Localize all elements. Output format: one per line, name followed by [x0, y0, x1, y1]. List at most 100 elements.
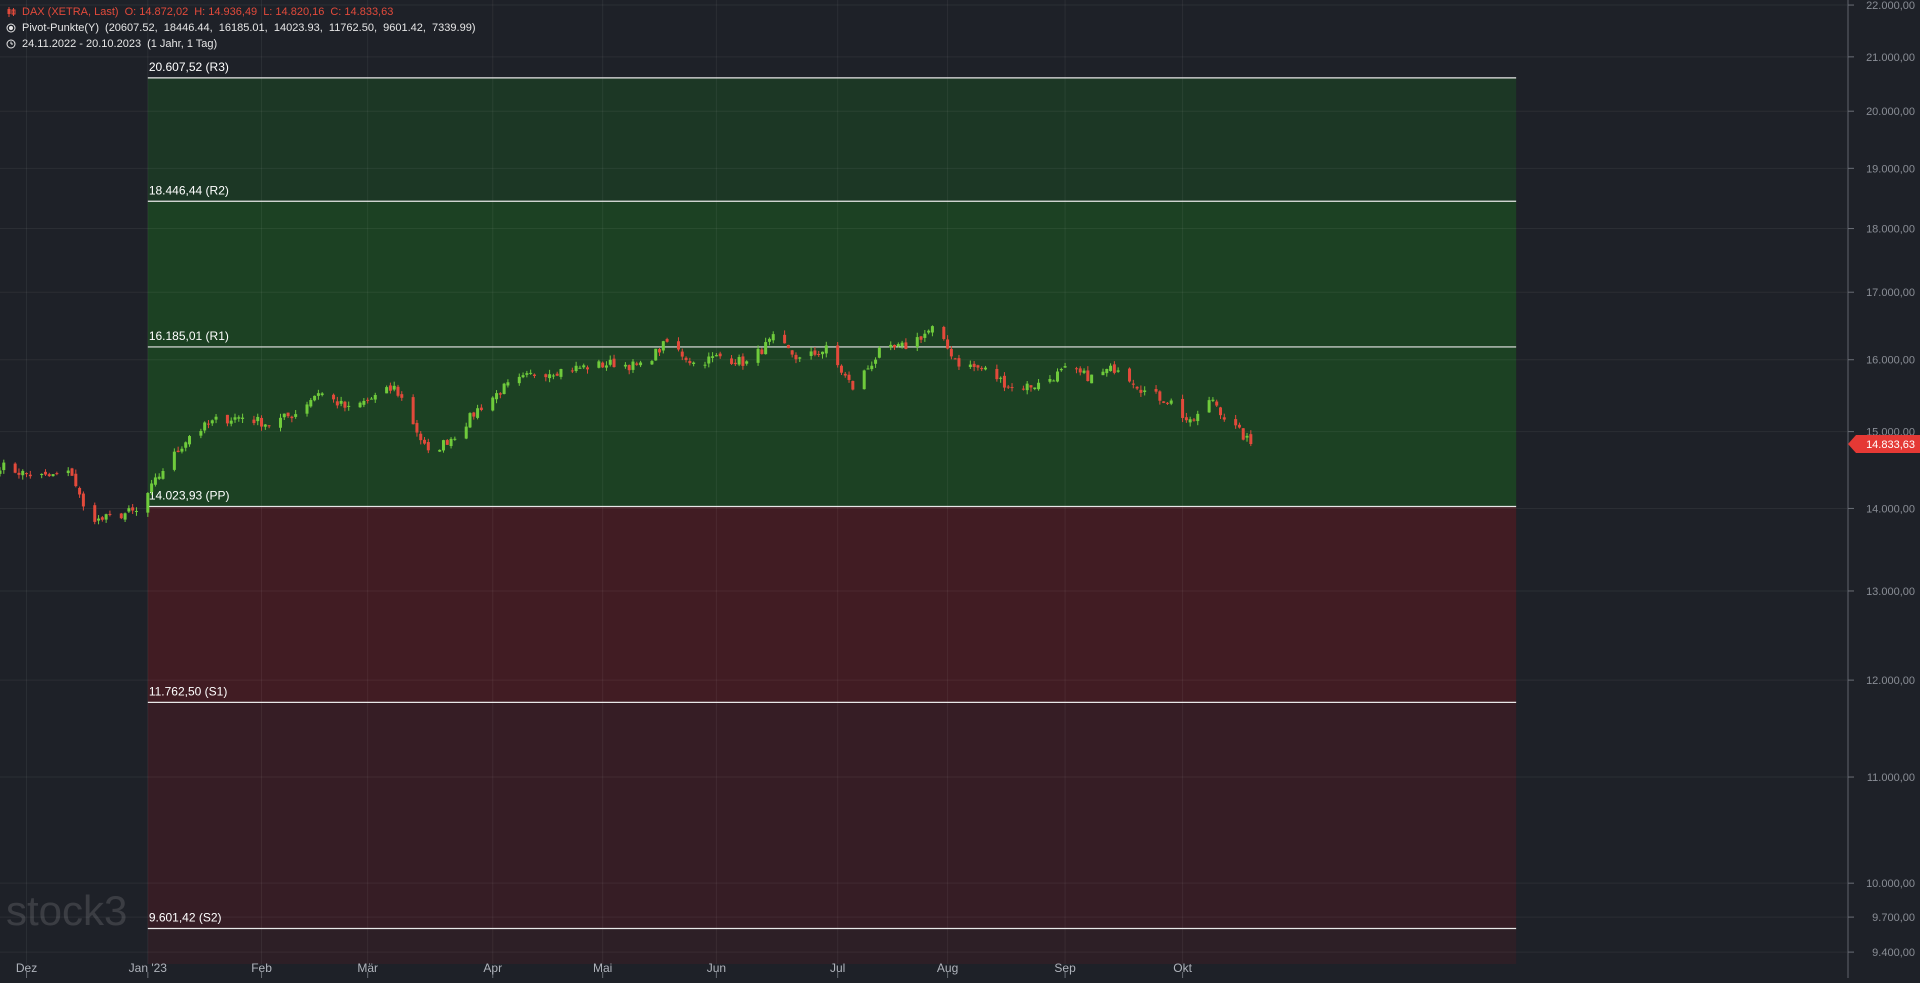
candle[interactable] — [502, 382, 506, 395]
candle[interactable] — [862, 369, 866, 390]
candle[interactable] — [93, 502, 97, 525]
candle[interactable] — [0, 467, 2, 477]
candle-body — [464, 426, 468, 439]
candle-body — [203, 422, 207, 431]
candle-body — [650, 361, 654, 365]
candle-body — [942, 326, 946, 339]
candle-body — [665, 339, 669, 342]
candle[interactable] — [28, 470, 32, 479]
candle-body — [1082, 370, 1086, 373]
candle-body — [525, 373, 529, 375]
candle-body — [97, 518, 101, 521]
y-tick-label: 10.000,00 — [1866, 878, 1915, 890]
candle-body — [824, 345, 828, 354]
candle-body — [373, 394, 377, 400]
candle[interactable] — [100, 516, 104, 522]
legend-instrument-row[interactable]: DAX (XETRA, Last) O: 14.872,02 H: 14.936… — [6, 4, 475, 20]
candle[interactable] — [491, 396, 495, 412]
candle[interactable] — [2, 459, 6, 474]
candle[interactable] — [1090, 374, 1094, 384]
candle-body — [260, 417, 264, 427]
x-tick-label: Sep — [1054, 961, 1076, 975]
y-tick-label: 22.000,00 — [1866, 0, 1915, 12]
candle[interactable] — [74, 469, 78, 488]
candle-body — [184, 442, 188, 448]
candle[interactable] — [172, 448, 176, 472]
candle-body — [290, 416, 294, 419]
candle[interactable] — [131, 504, 135, 514]
candle[interactable] — [40, 473, 44, 479]
candle-body — [767, 338, 771, 342]
candle[interactable] — [55, 471, 59, 476]
candle[interactable] — [81, 491, 85, 511]
legend-range-row[interactable]: 24.11.2022 - 20.10.2023 (1 Jahr, 1 Tag) — [6, 36, 475, 52]
candle-body — [930, 326, 934, 333]
chart-legend: DAX (XETRA, Last) O: 14.872,02 H: 14.936… — [6, 4, 475, 52]
y-tick-label: 9.400,00 — [1872, 947, 1915, 959]
candle-body — [1128, 368, 1132, 382]
candle[interactable] — [13, 462, 17, 474]
candle[interactable] — [70, 467, 74, 476]
candle-body — [123, 513, 127, 520]
candle[interactable] — [1128, 367, 1132, 383]
legend-indicator-row[interactable]: Pivot-Punkte(Y) (20607.52, 18446.44, 161… — [6, 20, 475, 36]
pivot-zone-band — [147, 928, 1517, 964]
candle[interactable] — [654, 348, 658, 361]
candle-body — [210, 420, 214, 424]
candle[interactable] — [786, 344, 790, 349]
candle[interactable] — [25, 472, 29, 478]
candle-body — [1184, 417, 1188, 421]
candle-body — [597, 361, 601, 368]
candle-body — [529, 372, 533, 374]
candle-body — [1181, 398, 1185, 418]
candle-body — [1033, 387, 1037, 390]
candle[interactable] — [21, 469, 25, 480]
candle-body — [893, 344, 897, 348]
candle[interactable] — [1162, 401, 1166, 404]
candle-body — [502, 383, 506, 395]
candle[interactable] — [108, 510, 112, 517]
candle[interactable] — [104, 513, 108, 523]
candle-body — [737, 357, 741, 365]
candle[interactable] — [468, 412, 472, 429]
candle[interactable] — [51, 474, 55, 477]
candle[interactable] — [119, 512, 123, 520]
clock-icon — [6, 39, 16, 49]
candle[interactable] — [123, 512, 127, 522]
candle[interactable] — [836, 342, 840, 368]
candle-body — [684, 357, 688, 361]
candle[interactable] — [43, 469, 47, 476]
legend-range-detail: (1 Jahr, 1 Tag) — [147, 38, 218, 50]
candle[interactable] — [47, 472, 51, 477]
candle-body — [631, 361, 635, 370]
candle-body — [548, 374, 552, 379]
candle-body — [862, 370, 866, 390]
candle-body — [225, 414, 229, 424]
candle-body — [385, 387, 389, 394]
candle-body — [1025, 383, 1029, 391]
candle-body — [282, 413, 286, 418]
y-axis-panel[interactable] — [1848, 0, 1920, 978]
candle[interactable] — [1241, 428, 1245, 441]
candle-body — [491, 397, 495, 411]
candle[interactable] — [127, 505, 131, 513]
candle[interactable] — [17, 468, 21, 479]
candle[interactable] — [97, 515, 101, 525]
indicator-target-icon — [6, 23, 16, 33]
candle-body — [131, 507, 135, 511]
candle-body — [866, 368, 870, 370]
candle[interactable] — [66, 467, 70, 477]
candle[interactable] — [411, 394, 415, 425]
candle[interactable] — [78, 486, 82, 498]
candle-body — [1112, 364, 1116, 373]
candle-body — [676, 341, 680, 350]
candle-body — [1211, 399, 1215, 401]
candle-body — [1162, 401, 1166, 403]
price-chart[interactable]: 20.607,52 (R3) 18.446,44 (R2) 16.185,01 (R… — [0, 0, 1920, 978]
candle-body — [388, 385, 392, 391]
candle-body — [108, 513, 112, 515]
candle[interactable] — [942, 325, 946, 341]
candle[interactable] — [851, 380, 855, 391]
candle-body — [517, 376, 521, 384]
legend-high: H: 14.936,49 — [194, 6, 258, 18]
